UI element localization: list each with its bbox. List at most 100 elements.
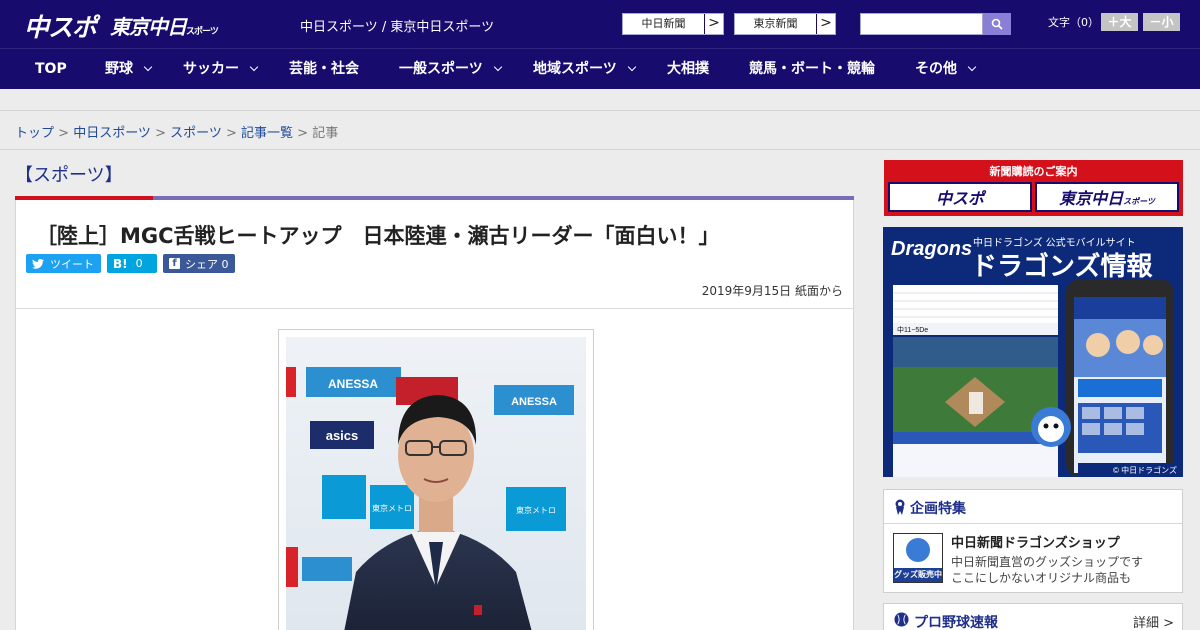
baseball-detail-link[interactable]: 詳細 >: [1133, 612, 1174, 630]
article-body: ［陸上］MGC舌戦ヒートアップ 日本陸連・瀬古リーダー「面白い！」 ツイート B…: [15, 200, 854, 630]
nav-label: 地域スポーツ: [533, 61, 617, 77]
article-photo[interactable]: ANESSA ANESSA asics 東京メトロ 東京メトロ: [286, 337, 586, 630]
main-nav: TOP 野球 サッカー 芸能・社会 一般スポーツ 地域スポーツ 大相撲 競馬・ボ…: [0, 48, 1200, 89]
nav-label: 競馬・ボート・競輪: [749, 61, 875, 77]
breadcrumb-current: 記事: [312, 126, 339, 141]
nav-label: TOP: [35, 61, 67, 77]
twitter-icon: [32, 258, 44, 269]
chuspo-subscribe-link[interactable]: 中スポ: [888, 182, 1032, 212]
sponsor-anessa-2: ANESSA: [511, 396, 557, 408]
nav-item-local-sports[interactable]: 地域スポーツ: [533, 49, 636, 90]
breadcrumb-chunichi-sports[interactable]: 中日スポーツ: [73, 126, 151, 141]
chevron-down-icon: [249, 62, 259, 72]
baseball-panel-header: プロ野球速報 詳細 >: [884, 604, 1182, 630]
subscription-title: 新聞購読のご案内: [989, 165, 1078, 178]
dragons-ad-graphic: Dragons 中日ドラゴンズ 公式モバイルサイト ドラゴンズ情報 中11−5D…: [883, 227, 1183, 477]
sponsor-asics: asics: [326, 428, 359, 443]
dragons-headline: ドラゴンズ情報: [971, 251, 1153, 281]
promo-right-sub: スポーツ: [1123, 197, 1155, 206]
breadcrumb-top[interactable]: トップ: [15, 126, 54, 141]
press-conference-photo: ANESSA ANESSA asics 東京メトロ 東京メトロ: [286, 337, 586, 630]
search-button[interactable]: [983, 13, 1011, 35]
divider: [0, 149, 1200, 150]
nav-label: サッカー: [183, 61, 239, 77]
breadcrumb-sep: >: [221, 126, 242, 141]
font-size-label: 文字（0）: [1048, 16, 1099, 29]
feature-item-desc-1: 中日新聞直営のグッズショップです: [951, 555, 1144, 569]
nav-item-entertainment[interactable]: 芸能・社会: [289, 49, 359, 90]
nav-item-top[interactable]: TOP: [35, 49, 67, 90]
tokyo-logo-text: 東京中日: [110, 15, 187, 39]
search-icon: [991, 18, 1003, 30]
hatena-count: 0: [135, 257, 143, 270]
chevron-down-icon: [143, 62, 153, 72]
font-smaller-button[interactable]: －小: [1143, 13, 1180, 31]
article-photo-frame: ANESSA ANESSA asics 東京メトロ 東京メトロ: [278, 329, 594, 630]
dragons-logo: Dragons: [891, 238, 972, 260]
nav-item-sumo[interactable]: 大相撲: [667, 49, 709, 90]
baseball-icon: [894, 612, 909, 627]
site-header: 中スポ 東京中日スポーツ 中日スポーツ / 東京中日スポーツ 中日新聞 > 東京…: [0, 0, 1200, 48]
feature-panel-header: 企画特集: [884, 490, 1182, 524]
article-title: ［陸上］MGC舌戦ヒートアップ 日本陸連・瀬古リーダー「面白い！」: [36, 224, 720, 248]
divider: [16, 308, 853, 309]
site-names: 中日スポーツ / 東京中日スポーツ: [300, 20, 495, 35]
breadcrumb-sep: >: [54, 126, 74, 141]
breadcrumb-sep: >: [150, 126, 171, 141]
chevron-down-icon: [967, 62, 977, 72]
dragons-score: 中11−5De: [897, 325, 928, 334]
feature-item-title[interactable]: 中日新聞ドラゴンズショップ: [951, 532, 1120, 551]
feature-panel: 企画特集 グッズ販売中 中日新聞ドラゴンズショップ 中日新聞直営のグッズショップ…: [883, 489, 1183, 593]
chevron-right-icon: >: [820, 15, 832, 31]
hatena-bookmark-button[interactable]: B! 0: [107, 254, 157, 273]
search-input[interactable]: [860, 13, 983, 35]
nav-item-soccer[interactable]: サッカー: [183, 49, 259, 90]
nav-label: 野球: [105, 61, 133, 77]
sponsor-tokyo-metro-2: 東京メトロ: [516, 505, 556, 515]
dragons-shop-thumbnail[interactable]: グッズ販売中: [893, 533, 943, 583]
hatena-icon: B!: [113, 256, 128, 271]
nav-label: その他: [915, 61, 957, 77]
chevron-down-icon: [493, 62, 502, 72]
nav-item-racing[interactable]: 競馬・ボート・競輪: [749, 49, 875, 90]
subscription-banner[interactable]: 新聞購読のご案内 中スポ 東京中日スポーツ: [884, 160, 1183, 216]
breadcrumb-sports[interactable]: スポーツ: [170, 126, 222, 141]
shop-badge: グッズ販売中: [894, 568, 942, 582]
baseball-title: プロ野球速報: [914, 615, 998, 630]
chunichi-shimbun-label: 中日新聞: [623, 14, 705, 34]
nav-item-others[interactable]: その他: [915, 49, 977, 90]
facebook-share-label: シェア 0: [185, 257, 229, 271]
tweet-button[interactable]: ツイート: [26, 254, 101, 273]
sponsor-tokyo-metro: 東京メトロ: [372, 503, 412, 513]
mascot-icon: [906, 538, 930, 562]
tweet-label: ツイート: [50, 257, 94, 271]
tokyo-chunichi-subscribe-link[interactable]: 東京中日スポーツ: [1035, 182, 1179, 212]
chevron-right-icon: >: [708, 15, 720, 31]
section-heading: 【スポーツ】: [15, 165, 123, 186]
ribbon-icon: [895, 499, 905, 515]
feature-item-desc-2: ここにしかないオリジナル商品も: [951, 571, 1132, 585]
nav-label: 一般スポーツ: [399, 61, 483, 77]
nav-item-baseball[interactable]: 野球: [105, 49, 153, 90]
dragons-subtitle: 中日ドラゴンズ 公式モバイルサイト: [973, 236, 1136, 249]
nav-item-general-sports[interactable]: 一般スポーツ: [399, 49, 502, 90]
sponsor-anessa: ANESSA: [328, 377, 378, 391]
font-bigger-button[interactable]: ＋大: [1101, 13, 1138, 31]
breadcrumb: トップ > 中日スポーツ > スポーツ > 記事一覧 > 記事: [15, 122, 338, 141]
breadcrumb-sep: >: [293, 126, 313, 141]
dragons-mobile-ad[interactable]: Dragons 中日ドラゴンズ 公式モバイルサイト ドラゴンズ情報 中11−5D…: [883, 227, 1183, 477]
chunichi-shimbun-link[interactable]: 中日新聞 >: [622, 13, 724, 35]
tokyo-shimbun-label: 東京新聞: [735, 14, 817, 34]
breadcrumb-article-list[interactable]: 記事一覧: [241, 126, 293, 141]
tokyo-chunichi-logo[interactable]: 東京中日スポーツ: [110, 11, 219, 40]
promo-right-text: 東京中日: [1059, 189, 1124, 208]
baseball-panel: プロ野球速報 詳細 >: [883, 603, 1183, 630]
tokyo-shimbun-link[interactable]: 東京新聞 >: [734, 13, 836, 35]
article-date: 2019年9月15日 紙面から: [701, 284, 843, 298]
facebook-share-button[interactable]: f シェア 0: [163, 254, 235, 273]
nav-label: 芸能・社会: [289, 61, 359, 77]
chuspo-logo[interactable]: 中スポ: [24, 8, 97, 44]
nav-label: 大相撲: [667, 61, 709, 77]
dragons-copyright: © 中日ドラゴンズ: [1113, 465, 1177, 475]
feature-title: 企画特集: [910, 501, 966, 517]
